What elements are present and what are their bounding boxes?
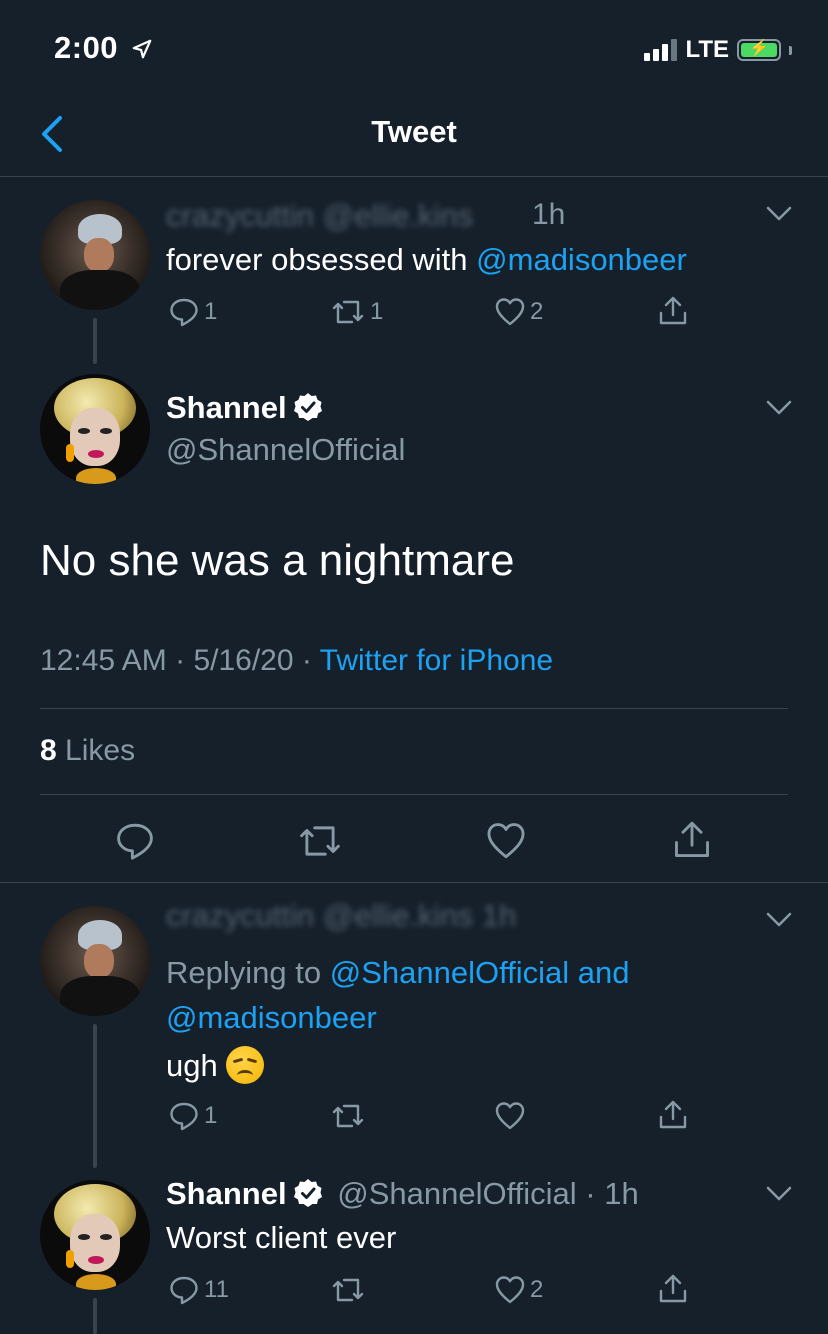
likes-label: Likes	[65, 734, 136, 767]
tweet-date: 5/16/20	[193, 644, 294, 677]
reply-button[interactable]: 11	[168, 1274, 229, 1306]
tweet-text: Worst client ever	[166, 1220, 397, 1255]
verified-badge-icon	[293, 1179, 322, 1207]
share-button[interactable]	[656, 1098, 690, 1132]
reply-button[interactable]: 1	[168, 1100, 217, 1132]
retweet-button[interactable]	[330, 1100, 366, 1132]
battery-cap	[789, 45, 792, 55]
mention-link[interactable]: @madisonbeer	[166, 1000, 377, 1035]
separator: ·	[585, 1176, 596, 1211]
retweet-icon	[332, 1278, 364, 1302]
share-button[interactable]	[656, 294, 690, 328]
retweet-button[interactable]: 1	[330, 296, 383, 328]
mention-link[interactable]: @ShannelOfficial	[330, 955, 569, 990]
tweet-text: ugh	[166, 1046, 264, 1084]
divider	[40, 794, 788, 795]
chevron-down-icon[interactable]	[766, 400, 792, 416]
retweet-icon	[332, 1104, 364, 1128]
network-label: LTE	[685, 36, 729, 63]
author-name[interactable]: Shannel	[166, 1176, 287, 1211]
thread-line	[93, 1024, 97, 1168]
status-time: 2:00	[54, 30, 153, 66]
replying-to: Replying to @ShannelOfficial and @madiso…	[166, 950, 629, 1040]
chevron-down-icon[interactable]	[766, 1186, 792, 1202]
location-arrow-icon	[132, 39, 152, 59]
reply-count: 1	[204, 298, 218, 325]
reply-icon	[170, 1276, 198, 1305]
heart-icon	[495, 1102, 525, 1130]
verified-badge-icon	[293, 393, 322, 421]
share-icon[interactable]	[670, 818, 714, 862]
avatar[interactable]	[40, 200, 150, 310]
reply-count: 11	[204, 1276, 229, 1303]
share-icon	[659, 1274, 687, 1303]
chevron-down-icon[interactable]	[766, 206, 792, 222]
divider	[40, 708, 788, 709]
tweet-header: Shannel @ShannelOfficial · 1h	[166, 1176, 639, 1212]
retweet-icon[interactable]	[296, 820, 344, 862]
replying-and: and	[569, 955, 630, 990]
author-name[interactable]: Shannel	[166, 390, 323, 426]
reply-icon	[170, 1102, 198, 1131]
avatar[interactable]	[40, 374, 150, 484]
like-button[interactable]	[494, 1100, 526, 1132]
likes-summary[interactable]: 8 Likes	[40, 734, 135, 768]
divider	[0, 882, 828, 883]
blurred-author: crazycuttin @ellie.kins 1h	[166, 898, 517, 933]
status-time-text: 2:00	[54, 30, 119, 65]
retweet-button[interactable]	[330, 1274, 366, 1306]
tweet-text: No she was a nightmare	[40, 536, 515, 585]
author-name-text: Shannel	[166, 390, 287, 425]
replying-prefix: Replying to	[166, 955, 330, 990]
blurred-author: crazycuttin @ellie.kins	[166, 198, 474, 233]
thread-line	[93, 318, 97, 364]
heart-icon	[495, 298, 525, 326]
like-button[interactable]: 2	[494, 296, 543, 328]
share-icon	[659, 1100, 687, 1129]
mention-link[interactable]: @madisonbeer	[476, 242, 687, 277]
like-count: 2	[530, 298, 544, 325]
share-icon	[659, 296, 687, 325]
tweet-meta: 12:45 AM · 5/16/20 · Twitter for iPhone	[40, 644, 554, 677]
disappointed-face-icon	[225, 1046, 264, 1084]
avatar[interactable]	[40, 1180, 150, 1290]
tweet-text: forever obsessed with @madisonbeer	[166, 242, 687, 278]
reply-count: 1	[204, 1102, 218, 1129]
reply-button[interactable]: 1	[168, 296, 217, 328]
tweet-time: 1h	[532, 198, 566, 231]
tweet-text-content: ugh	[166, 1048, 218, 1083]
likes-count: 8	[40, 734, 57, 767]
reply-icon	[170, 298, 198, 327]
like-button[interactable]: 2	[494, 1274, 543, 1306]
avatar[interactable]	[40, 906, 150, 1016]
tweet-time: 12:45 AM	[40, 644, 167, 677]
nav-divider	[0, 176, 828, 177]
retweet-icon	[332, 300, 364, 324]
tweet-text-prefix: forever obsessed with	[166, 242, 477, 277]
status-indicators: LTE ⚡	[644, 36, 792, 64]
author-handle[interactable]: @ShannelOfficial	[337, 1176, 576, 1211]
heart-icon[interactable]	[485, 820, 527, 862]
chevron-down-icon[interactable]	[766, 912, 792, 928]
page-title: Tweet	[371, 114, 457, 149]
tweet-source-link[interactable]: Twitter for iPhone	[320, 644, 553, 677]
retweet-count: 1	[370, 298, 384, 325]
signal-icon	[644, 39, 678, 61]
heart-icon	[495, 1276, 525, 1304]
like-count: 2	[530, 1276, 544, 1303]
thread-line	[93, 1298, 97, 1334]
battery-icon: ⚡	[737, 39, 781, 61]
tweet-time: 1h	[604, 1176, 639, 1211]
reply-icon[interactable]	[114, 820, 156, 862]
author-handle[interactable]: @ShannelOfficial	[166, 432, 405, 468]
share-button[interactable]	[656, 1272, 690, 1306]
